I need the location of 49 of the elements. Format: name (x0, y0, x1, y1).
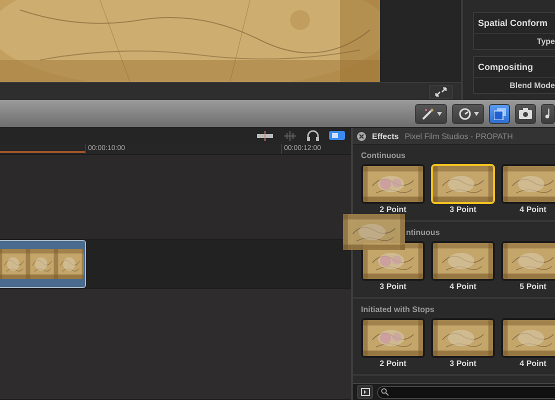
sidebar-icon (360, 388, 370, 396)
magic-wand-button[interactable] (415, 104, 447, 124)
section-title: Spatial Conform (477, 17, 549, 30)
section-title: Compositing (477, 61, 534, 74)
effect-label: 2 Point (380, 359, 406, 368)
category-label: Pixel Film Studios - PROPATH (404, 132, 513, 140)
field-label: Blend Mode (474, 77, 555, 93)
effect-thumbnail[interactable] (431, 241, 495, 281)
effect-thumbnail[interactable] (361, 318, 425, 358)
effect-thumbnail[interactable] (501, 318, 555, 358)
effect-label: 3 Point (450, 205, 476, 214)
headphones-icon[interactable] (307, 130, 319, 142)
waveform-icon[interactable] (283, 130, 297, 141)
sidebar-toggle-button[interactable] (357, 385, 373, 399)
camera-button[interactable] (515, 104, 536, 124)
effect-label: 4 Point (450, 282, 476, 291)
browser-title: Effects (372, 132, 399, 140)
caret-icon (436, 112, 442, 116)
close-icon[interactable] (357, 132, 366, 140)
effect-thumbnail[interactable] (501, 164, 555, 204)
snapping-icon[interactable] (329, 131, 345, 140)
effect-label: 4 Point (520, 359, 546, 368)
effect-label: 5 Point (520, 282, 546, 291)
expand-icon (435, 86, 447, 96)
retime-button[interactable] (452, 104, 484, 124)
effect-thumbnail[interactable] (361, 164, 425, 204)
magic-wand-icon (420, 106, 434, 120)
video-clip[interactable] (0, 240, 86, 288)
section-heading: Initiated with Stops (361, 305, 436, 314)
field-label: Type (474, 33, 555, 49)
fullscreen-button[interactable] (429, 84, 453, 98)
clips-icon (494, 108, 506, 120)
effect-label: 2 Point (380, 205, 406, 214)
effect-thumbnail[interactable] (501, 241, 555, 281)
split-bar-icon[interactable] (257, 130, 273, 141)
speedometer-icon (458, 106, 472, 120)
clips-button[interactable] (489, 104, 510, 124)
effect-label: 4 Point (520, 205, 546, 214)
search-field[interactable] (377, 386, 555, 398)
section-heading: Continuous (361, 151, 406, 160)
music-note-icon (545, 107, 551, 120)
effect-thumbnail[interactable] (431, 318, 495, 358)
caret-icon (474, 112, 478, 116)
search-icon (381, 388, 389, 396)
camera-icon (519, 108, 532, 119)
effect-label: 3 Point (380, 282, 406, 291)
music-button[interactable] (541, 104, 555, 124)
section-heading: ntinuous (406, 228, 441, 237)
effect-label: 3 Point (450, 359, 476, 368)
